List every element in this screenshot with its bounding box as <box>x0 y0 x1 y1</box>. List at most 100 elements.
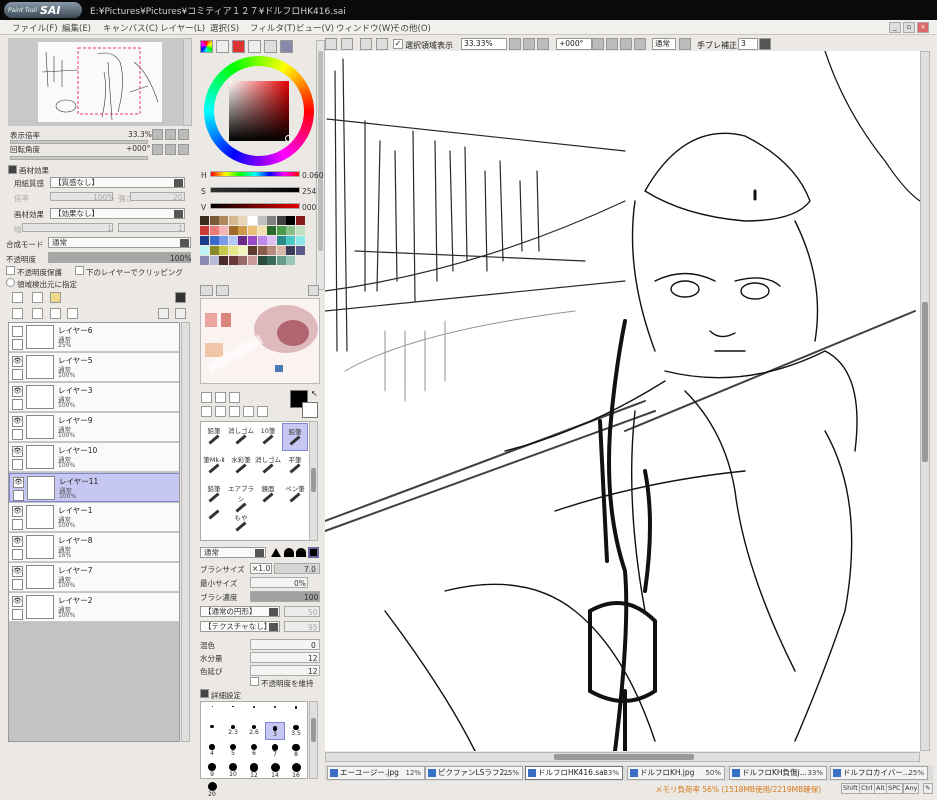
palette-mode-icon[interactable] <box>280 40 293 53</box>
redo-icon[interactable] <box>341 38 353 50</box>
color-swatch[interactable] <box>228 256 238 265</box>
layer-lock-icon[interactable] <box>12 369 23 380</box>
color-swatch[interactable] <box>219 256 229 265</box>
brush-size-cell[interactable] <box>244 703 264 721</box>
document-tab[interactable]: ドルフロカイバー... 25% <box>830 766 928 780</box>
color-swatch[interactable] <box>209 236 219 245</box>
canvas-zoom-out-icon[interactable] <box>509 38 521 50</box>
brush-shape-tip-1[interactable] <box>271 548 281 557</box>
deselect-icon[interactable] <box>360 38 372 50</box>
color-swatch[interactable] <box>209 256 219 265</box>
visibility-eye-icon[interactable]: 👁 <box>12 446 23 457</box>
brush-tool[interactable]: 鉛筆 <box>282 423 308 451</box>
layer-panel-menu-icon[interactable] <box>175 292 186 303</box>
layer-row[interactable]: 👁 レイヤー5 通常 100% <box>9 353 179 382</box>
zoom-tool-icon[interactable] <box>215 406 226 417</box>
brush-size-cell[interactable] <box>202 703 222 721</box>
brush-size-cell[interactable]: 3 <box>265 722 285 740</box>
color-swatch[interactable] <box>200 226 209 235</box>
stabilizer-select[interactable]: 3 <box>738 38 758 50</box>
brush-tool-grid[interactable]: 鉛筆 消しゴム 10筆 鉛筆 筆Mk-Ⅱ 水彩筆 消しゴム 平筆 鉛筆 エアブラシ 鏡面 ペン筆 もや <box>200 421 318 541</box>
canvas-zoom-in-icon[interactable] <box>523 38 535 50</box>
color-swatch[interactable] <box>228 216 238 225</box>
color-swatch[interactable] <box>276 246 286 255</box>
brush-size-cell[interactable]: 2.6 <box>244 722 264 740</box>
color-swatch[interactable] <box>286 256 296 265</box>
layer-lock-icon[interactable] <box>13 490 24 501</box>
color-swatch[interactable] <box>238 236 248 245</box>
flip-icon[interactable] <box>679 38 691 50</box>
brush-tool[interactable]: ペン筆 <box>282 481 308 509</box>
hsv-slider-mode-icon[interactable] <box>232 40 245 53</box>
scratchpad-clear-icon[interactable] <box>216 285 229 296</box>
lasso-tool-icon[interactable] <box>215 392 226 403</box>
layer-list-scrollbar[interactable] <box>181 322 190 742</box>
canvas-angle-dropdown-icon[interactable] <box>592 38 604 50</box>
layer-lock-icon[interactable] <box>12 609 23 620</box>
visibility-eye-icon[interactable] <box>12 326 23 337</box>
invert-selection-icon[interactable] <box>376 38 388 50</box>
layer-lock-icon[interactable] <box>12 429 23 440</box>
color-swatch[interactable] <box>228 236 238 245</box>
move-tool-icon[interactable] <box>201 406 212 417</box>
secondary-color-swatch[interactable] <box>302 402 318 418</box>
visibility-eye-icon[interactable]: 👁 <box>12 356 23 367</box>
layer-lock-icon[interactable] <box>12 399 23 410</box>
canvas-zoom-reset-icon[interactable] <box>537 38 549 50</box>
effect-strength-slider[interactable] <box>118 223 185 232</box>
size-grid-scrollbar[interactable] <box>309 701 318 779</box>
menu-canvas[interactable]: キャンバス(C) <box>103 22 158 34</box>
layer-row[interactable]: 👁 レイヤー10 通常 100% <box>9 443 179 472</box>
close-icon[interactable]: × <box>917 22 929 33</box>
color-swatch[interactable] <box>209 226 219 235</box>
canvas-angle-input[interactable]: +000° <box>556 38 592 50</box>
color-swatch[interactable] <box>248 236 257 245</box>
layer-row[interactable]: 👁 レイヤー3 通常 100% <box>9 383 179 412</box>
color-swatch[interactable] <box>209 246 219 255</box>
color-wheel[interactable] <box>204 56 314 166</box>
color-swatch[interactable] <box>276 216 286 225</box>
brush-shape-tip-2[interactable] <box>284 548 294 557</box>
menu-view[interactable]: ビュー(V) <box>296 22 334 34</box>
layer-row[interactable]: 👁 レイヤー9 通常 100% <box>9 413 179 442</box>
rotate-tool-icon[interactable] <box>229 406 240 417</box>
color-swatch[interactable] <box>248 216 257 225</box>
navigator-preview[interactable] <box>8 38 192 126</box>
visibility-eye-icon[interactable]: 👁 <box>13 477 24 488</box>
protect-opacity-checkbox[interactable] <box>6 266 15 275</box>
brush-size-cell[interactable]: 4 <box>202 741 222 759</box>
brush-size-cell[interactable] <box>202 722 222 740</box>
color-swatch[interactable] <box>296 236 305 245</box>
clear-layer-icon[interactable] <box>50 308 61 319</box>
layer-row[interactable]: 👁 レイヤー11 通常 100% <box>9 473 179 502</box>
color-swatch[interactable] <box>219 246 229 255</box>
rotate-right-icon[interactable] <box>165 144 176 155</box>
color-swatch[interactable] <box>238 226 248 235</box>
visibility-eye-icon[interactable]: 👁 <box>12 536 23 547</box>
clipping-checkbox[interactable] <box>75 266 84 275</box>
brush-shape-select[interactable]: 【通常の円形】 <box>200 606 280 617</box>
apply-mask-icon[interactable] <box>158 308 169 319</box>
keep-opacity-checkbox[interactable] <box>250 677 259 686</box>
brush-size-cell[interactable]: 16 <box>286 760 306 779</box>
color-swatch[interactable] <box>200 246 209 255</box>
color-swatch[interactable] <box>267 216 277 225</box>
color-swatch[interactable] <box>286 236 296 245</box>
color-swatch[interactable] <box>219 236 229 245</box>
delete-mask-icon[interactable] <box>175 308 186 319</box>
new-linework-layer-icon[interactable] <box>32 292 43 303</box>
color-swatch[interactable] <box>257 256 267 265</box>
drawing-canvas[interactable] <box>325 51 920 751</box>
navigator-scrollbar[interactable] <box>183 38 192 126</box>
brush-size-cell[interactable]: 5 <box>223 741 243 759</box>
color-swatch[interactable] <box>248 256 257 265</box>
document-tab[interactable]: エーユージー.jpg 12% <box>327 766 425 780</box>
brush-tool[interactable]: 消しゴム <box>228 423 254 451</box>
canvas-horizontal-scrollbar[interactable] <box>325 752 920 762</box>
undo-icon[interactable] <box>325 38 337 50</box>
layer-lock-icon[interactable] <box>12 459 23 470</box>
color-swatch[interactable] <box>200 216 209 225</box>
color-swatch[interactable] <box>209 216 219 225</box>
brush-size-cell[interactable] <box>265 703 285 721</box>
blend-slider[interactable] <box>250 639 320 650</box>
